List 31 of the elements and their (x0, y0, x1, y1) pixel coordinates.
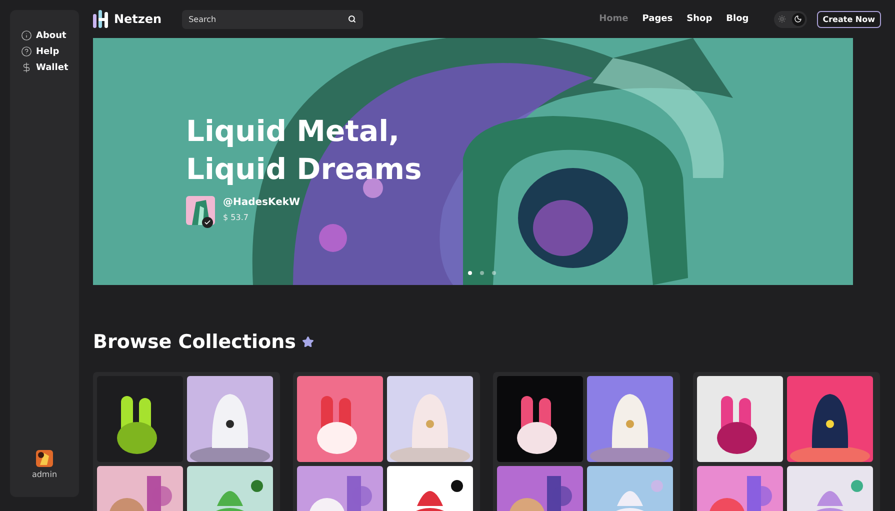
collection-card[interactable] (693, 372, 880, 511)
dollar-icon (21, 62, 32, 73)
help-icon (21, 46, 32, 57)
carousel-dot[interactable] (468, 271, 472, 275)
nav-link[interactable]: Blog (726, 14, 749, 24)
section-title: Browse Collections (93, 331, 296, 353)
sidebar-item[interactable]: Help (21, 46, 79, 57)
sidebar-item[interactable]: About (21, 30, 79, 41)
search-field[interactable]: Search (182, 10, 363, 28)
info-icon (21, 30, 32, 41)
search-icon (348, 14, 356, 22)
create-button[interactable]: Create Now (816, 10, 881, 28)
hero-title: Liquid Metal, Liquid Dreams (186, 113, 422, 188)
collection-card[interactable] (293, 372, 480, 511)
sidebar-item[interactable]: Wallet (21, 62, 79, 73)
nav-link[interactable]: Pages (642, 14, 673, 24)
collection-card[interactable] (93, 372, 280, 511)
star-icon (302, 336, 314, 348)
author-handle[interactable]: @HadesKekW (223, 197, 300, 208)
user-name: admin (32, 470, 58, 479)
author-avatar[interactable] (186, 196, 215, 225)
moon-icon[interactable] (792, 12, 805, 26)
logo-text: Netzen (114, 12, 162, 26)
price: $ 53.7 (223, 213, 250, 222)
carousel-dot[interactable] (492, 271, 496, 275)
collection-card[interactable] (493, 372, 680, 511)
user-avatar[interactable] (36, 450, 53, 467)
logo-icon (93, 10, 109, 28)
nav-link[interactable]: Shop (686, 14, 712, 24)
carousel-dot[interactable] (480, 271, 484, 275)
nav-link[interactable]: Home (599, 14, 628, 24)
